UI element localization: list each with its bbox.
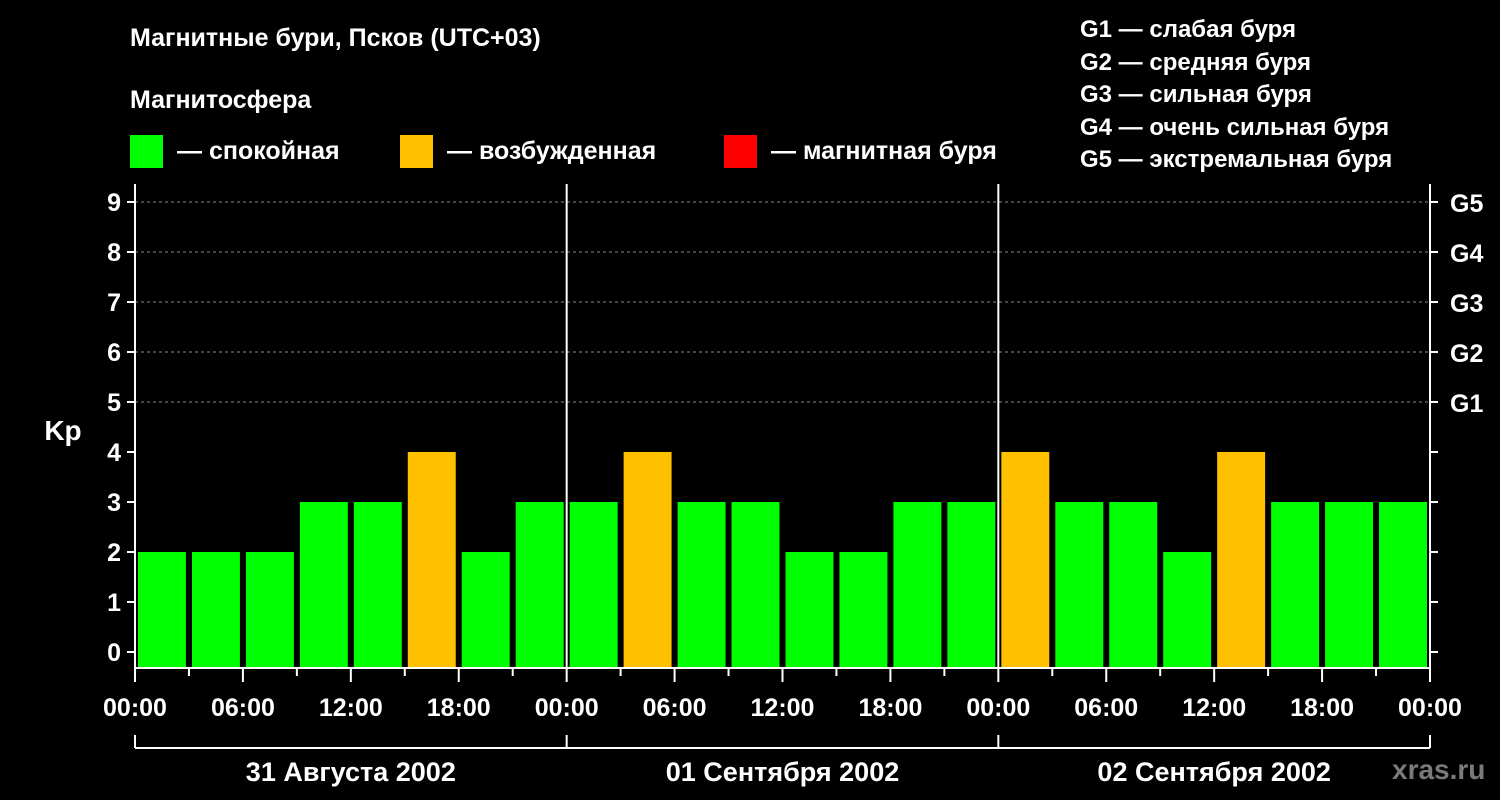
kp-bar-21: [1271, 502, 1320, 668]
y-tick-label-5: 5: [107, 389, 121, 417]
kp-bar-23: [1379, 502, 1427, 668]
y-tick-label-8: 8: [107, 239, 121, 267]
x-tick-label-11: 18:00: [1290, 694, 1354, 722]
day-label-0: 31 Августа 2002: [246, 757, 456, 787]
x-tick-label-10: 12:00: [1182, 694, 1246, 722]
kp-bar-14: [893, 502, 942, 668]
kp-bar-20: [1217, 452, 1266, 668]
x-tick-label-0: 00:00: [103, 694, 167, 722]
x-tick-label-1: 06:00: [211, 694, 275, 722]
storm-level-label-G1: G1: [1450, 390, 1483, 418]
kp-bar-3: [299, 502, 348, 668]
x-tick-label-12: 00:00: [1398, 694, 1462, 722]
y-tick-label-6: 6: [107, 339, 121, 367]
kp-bar-17: [1055, 502, 1104, 668]
y-tick-label-2: 2: [107, 539, 121, 567]
kp-bar-5: [407, 452, 456, 668]
day-label-2: 02 Сентября 2002: [1097, 757, 1330, 787]
kp-bar-11: [731, 502, 780, 668]
kp-bar-6: [461, 552, 510, 668]
day-label-1: 01 Сентября 2002: [666, 757, 899, 787]
site-watermark[interactable]: xras.ru: [1392, 754, 1485, 786]
kp-bar-7: [515, 502, 564, 668]
x-tick-label-6: 12:00: [751, 694, 815, 722]
storm-level-label-G4: G4: [1450, 240, 1483, 268]
y-tick-label-7: 7: [107, 289, 121, 317]
kp-bar-12: [785, 552, 834, 668]
kp-bar-18: [1109, 502, 1158, 668]
storm-level-label-G5: G5: [1450, 190, 1483, 218]
kp-bar-4: [353, 502, 402, 668]
kp-bar-1: [191, 552, 240, 668]
y-tick-label-3: 3: [107, 489, 121, 517]
y-tick-label-0: 0: [107, 639, 121, 667]
x-tick-label-7: 18:00: [858, 694, 922, 722]
storm-level-label-G2: G2: [1450, 340, 1483, 368]
kp-bar-9: [623, 452, 672, 668]
kp-bar-13: [839, 552, 888, 668]
kp-bar-19: [1163, 552, 1212, 668]
kp-bar-8: [569, 502, 618, 668]
storm-level-label-G3: G3: [1450, 290, 1483, 318]
y-tick-label-1: 1: [107, 589, 121, 617]
x-tick-label-9: 06:00: [1074, 694, 1138, 722]
x-tick-label-2: 12:00: [319, 694, 383, 722]
kp-bar-15: [947, 502, 996, 668]
x-tick-label-4: 00:00: [535, 694, 599, 722]
y-tick-label-9: 9: [107, 189, 121, 217]
y-axis-title: Kp: [44, 415, 81, 446]
kp-bar-22: [1325, 502, 1374, 668]
x-tick-label-5: 06:00: [643, 694, 707, 722]
x-tick-label-3: 18:00: [427, 694, 491, 722]
y-tick-label-4: 4: [107, 439, 121, 467]
kp-bar-10: [677, 502, 726, 668]
kp-bar-16: [1001, 452, 1050, 668]
x-tick-label-8: 00:00: [966, 694, 1030, 722]
kp-bar-0: [138, 552, 186, 668]
kp-bar-2: [245, 552, 294, 668]
kp-bar-chart: 0 1 2 3 4 5 6 7 8 9 G1 G2 G3 G4 G5 Kp 00:00 06:00 12:00 18:…: [44, 184, 1483, 787]
